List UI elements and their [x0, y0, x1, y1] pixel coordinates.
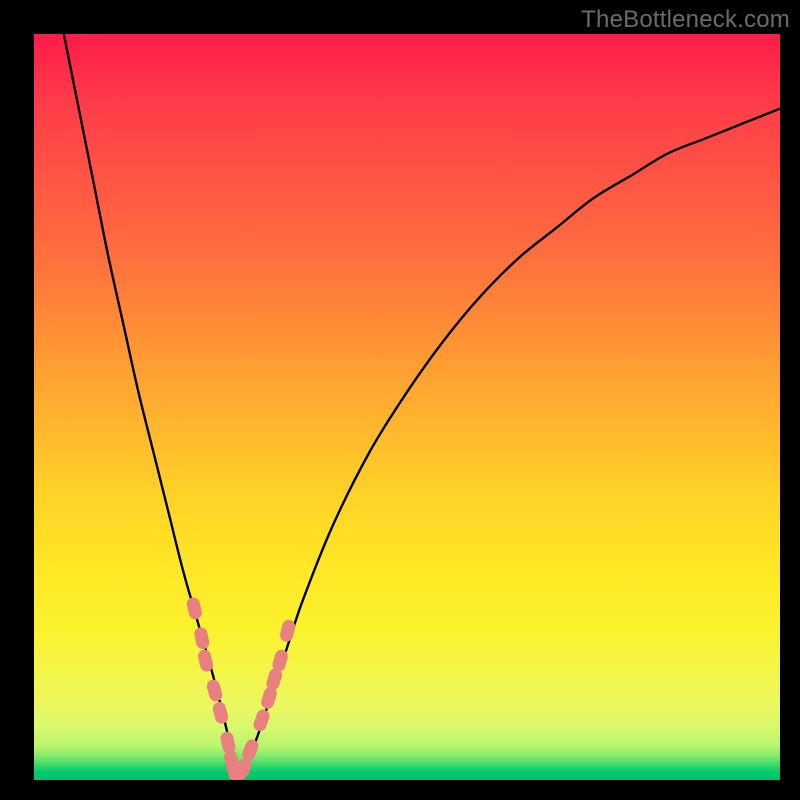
chart-frame: TheBottleneck.com — [0, 0, 800, 800]
bottleneck-curve — [64, 34, 780, 777]
chart-svg — [34, 34, 780, 780]
highlighted-points — [185, 596, 296, 780]
chart-plot-area — [34, 34, 780, 780]
marker-pill — [185, 596, 203, 620]
marker-pill — [205, 678, 224, 703]
marker-pill — [211, 701, 229, 726]
watermark-text: TheBottleneck.com — [581, 6, 790, 34]
marker-pill — [252, 708, 272, 733]
marker-pill — [193, 626, 210, 650]
